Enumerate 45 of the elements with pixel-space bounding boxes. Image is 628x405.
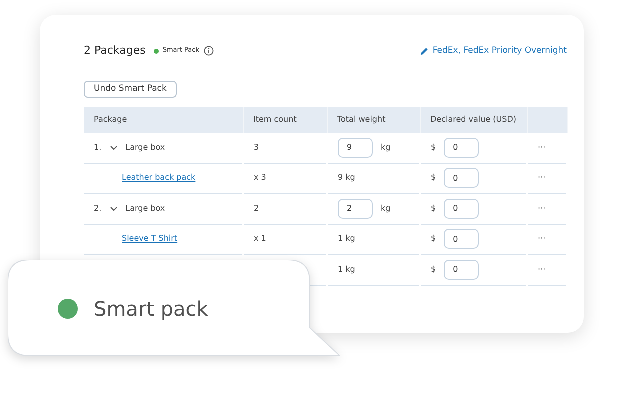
- more-button[interactable]: ···: [538, 264, 546, 274]
- undo-button[interactable]: Undo Smart Pack: [84, 80, 177, 98]
- item-count: x 1: [254, 234, 266, 244]
- currency-symbol: $: [431, 172, 436, 184]
- weight-unit: kg: [381, 202, 391, 215]
- weight-field[interactable]: 2: [338, 198, 373, 219]
- value-field[interactable]: 0: [444, 138, 480, 158]
- currency-symbol: $: [431, 264, 436, 276]
- more-button[interactable]: ···: [538, 142, 546, 152]
- pencil-icon[interactable]: [420, 46, 429, 56]
- chevron-down-icon[interactable]: [110, 204, 118, 213]
- chevron-down-icon[interactable]: [110, 144, 118, 152]
- weight-field[interactable]: 9: [338, 138, 373, 158]
- package-name: Large box: [126, 202, 166, 215]
- column-header: Total weight: [338, 114, 386, 124]
- value-field[interactable]: 0: [444, 229, 480, 250]
- package-name: Large box: [126, 142, 166, 154]
- item-link[interactable]: Sleeve T Shirt: [122, 233, 178, 246]
- value-field[interactable]: 0: [444, 168, 480, 188]
- smart-pack-label: Smart pack: [94, 296, 208, 323]
- weight-unit: kg: [381, 142, 391, 154]
- package-number: 1.: [94, 142, 102, 154]
- packages-title: 2 Packages: [84, 43, 146, 59]
- value-field[interactable]: 0: [444, 260, 480, 280]
- status-dot: [154, 48, 159, 54]
- column-header: Declared value (USD): [430, 114, 516, 124]
- item-count: x 3: [254, 173, 266, 182]
- column-header: Package: [94, 114, 128, 124]
- currency-symbol: $: [431, 202, 436, 215]
- carrier-link[interactable]: FedEx, FedEx Priority Overnight: [432, 44, 567, 58]
- currency-symbol: $: [431, 142, 436, 154]
- more-button[interactable]: ···: [538, 204, 546, 213]
- item-count: 3: [254, 142, 260, 152]
- currency-symbol: $: [431, 233, 436, 246]
- package-number: 2.: [94, 202, 102, 215]
- info-icon[interactable]: [204, 46, 214, 56]
- value-field[interactable]: 0: [444, 198, 480, 219]
- more-button[interactable]: ···: [538, 234, 546, 244]
- item-count: 2: [254, 204, 260, 213]
- item-link[interactable]: Leather back pack: [122, 172, 196, 184]
- more-button[interactable]: ···: [538, 173, 546, 182]
- item-weight: 9 kg: [338, 173, 356, 182]
- column-header: Item count: [254, 114, 297, 124]
- item-weight: 1 kg: [338, 234, 356, 244]
- item-weight: 1 kg: [338, 264, 356, 274]
